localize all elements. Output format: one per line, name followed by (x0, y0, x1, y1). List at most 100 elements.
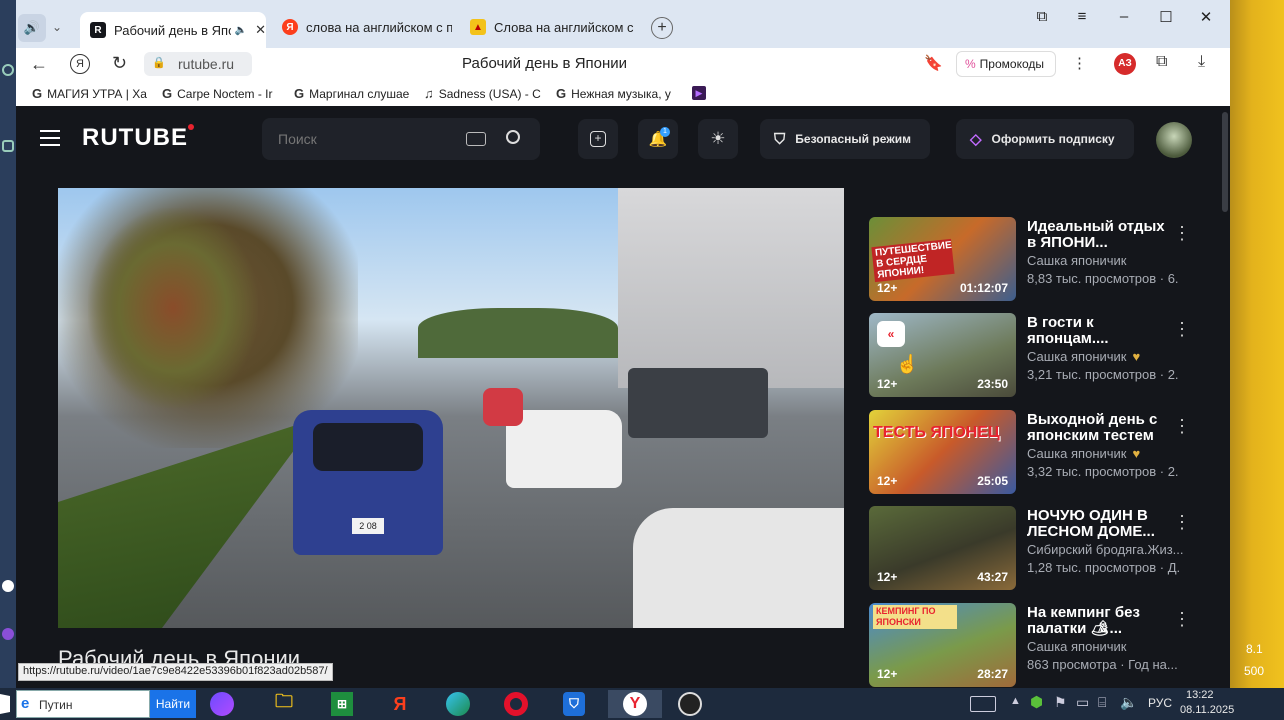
yandex-favicon: Я (282, 19, 298, 35)
tray-expand-icon[interactable]: ▲ (1010, 695, 1021, 707)
subscribe-button[interactable]: ◇ Оформить подписку (956, 119, 1134, 159)
media-bookmark-icon[interactable]: ▶ (692, 86, 706, 100)
upload-button[interactable]: + (578, 119, 618, 159)
keyboard-icon[interactable] (970, 696, 996, 712)
yandex-home-icon[interactable]: Я (70, 54, 90, 74)
obs-icon[interactable] (670, 690, 710, 718)
recommendation-card[interactable]: 12+ 43:27 НОЧУЮ ОДИН В ЛЕСНОМ ДОМЕ... Си… (869, 506, 1199, 590)
tray-app-icon[interactable]: ⬢ (1030, 693, 1043, 711)
rutube-logo[interactable]: RUTUBE (82, 124, 194, 152)
safe-mode-button[interactable]: ⛉ Безопасный режим (760, 119, 930, 159)
recommendation-card[interactable]: ТЕСТЬ ЯПОНЕЦ 12+ 25:05 Выходной день с я… (869, 410, 1199, 494)
taskbar-search[interactable]: e (16, 690, 150, 718)
more-options-icon[interactable]: ⋮ (1173, 609, 1191, 630)
opera-icon[interactable] (496, 690, 536, 718)
tab-dictionary[interactable]: ▲ Слова на английском с пе (460, 11, 636, 43)
thumbnail[interactable]: ТЕСТЬ ЯПОНЕЦ 12+ 25:05 (869, 410, 1016, 494)
notifications-button[interactable]: 🔔 1 (638, 119, 678, 159)
promo-button[interactable]: % Промокоды (956, 51, 1056, 77)
bookmark-item[interactable]: G Нежная музыка, у (556, 86, 676, 101)
thumbnail[interactable]: КЕМПИНГ ПО ЯПОНСКИ 12+ 28:27 (869, 603, 1016, 687)
sheets-icon[interactable]: ⊞ (322, 690, 362, 718)
search-input[interactable] (262, 118, 452, 160)
age-rating: 12+ (877, 667, 898, 681)
rec-channel[interactable]: Сашка японичик (1027, 253, 1126, 268)
license-plate: 2 08 (352, 518, 384, 534)
network-icon[interactable]: ⌸ (1098, 694, 1106, 711)
hamburger-icon[interactable] (40, 130, 60, 132)
windows-start-icon[interactable] (0, 694, 10, 714)
more-options-icon[interactable]: ⋮ (1173, 223, 1191, 244)
recommendation-card[interactable]: ПУТЕШЕСТВИЕ В СЕРДЦЕ ЯПОНИИ! 12+ 01:12:0… (869, 217, 1199, 301)
desktop-icon[interactable] (2, 580, 14, 592)
file-explorer-icon[interactable]: 🗀 (264, 690, 304, 718)
rec-channel[interactable]: Сибирский бродяга.Жиз... (1027, 542, 1184, 557)
bookmark-item[interactable]: G Carpe Noctem - Ir (162, 86, 280, 101)
reload-icon[interactable]: ↻ (112, 53, 127, 74)
tab-yandex-1[interactable]: Я слова на английском с пе (272, 11, 452, 43)
more-options-icon[interactable]: ⋮ (1173, 512, 1191, 533)
avatar[interactable] (1156, 122, 1192, 158)
theme-button[interactable]: ☀ (698, 119, 738, 159)
desktop-icon[interactable] (2, 628, 14, 640)
volume-icon[interactable]: 🔈 (1120, 694, 1137, 711)
url-chip[interactable]: 🔒 rutube.ru (144, 52, 252, 76)
extensions-icon[interactable]: ⧉ (1156, 53, 1167, 71)
clock-time[interactable]: 13:22 (1186, 689, 1214, 701)
rec-title[interactable]: Выходной день с японским тестем (1027, 412, 1167, 444)
chevron-down-icon[interactable]: ⌄ (52, 20, 62, 34)
taskbar: e Найти 🗀 ⊞ Я ⛉ Y ▲ ⬢ ⚑ ▭ ⌸ 🔈 РУС 13:22 … (0, 688, 1284, 720)
menu-icon[interactable]: ≡ (1072, 8, 1092, 25)
more-options-icon[interactable]: ⋮ (1173, 416, 1191, 437)
keyboard-icon[interactable] (466, 132, 486, 146)
tab-rutube[interactable]: R Рабочий день в Японии 🔈 ✕ (80, 12, 266, 48)
back-icon[interactable]: ← (30, 54, 48, 75)
desktop-icon[interactable] (2, 140, 14, 152)
rec-title[interactable]: В гости к японцам.... (1027, 315, 1167, 347)
bookmark-item[interactable]: ♫ Sadness (USA) - C (424, 86, 548, 101)
bookmark-item[interactable]: G Маргинал слушае (294, 86, 412, 101)
rec-title[interactable]: Идеальный отдых в ЯПОНИ... (1027, 219, 1167, 251)
audio-icon[interactable]: 🔈 (235, 25, 247, 36)
thumbnail[interactable]: « 12+ 23:50 (869, 313, 1016, 397)
recommendation-card[interactable]: « 12+ 23:50 В гости к японцам.... Сашка … (869, 313, 1199, 397)
speaker-icon[interactable]: 🔊 (18, 14, 46, 42)
rec-channel[interactable]: Сашка японичик (1027, 639, 1126, 654)
bookmark-icon[interactable]: 🔖 (924, 54, 943, 72)
language-indicator[interactable]: РУС (1148, 696, 1172, 710)
minimize-icon[interactable]: – (1114, 8, 1134, 25)
yandex-browser-icon[interactable]: Я (380, 690, 420, 718)
new-tab-icon[interactable]: + (651, 17, 673, 39)
vpn-shield-icon[interactable]: ⛉ (554, 690, 594, 718)
clock-date[interactable]: 08.11.2025 (1180, 704, 1234, 716)
rec-channel[interactable]: Сашка японичик ♥ (1027, 349, 1140, 364)
close-icon[interactable]: ✕ (255, 22, 266, 38)
taskbar-search-button[interactable]: Найти (150, 690, 196, 718)
video-player[interactable]: 2 08 (58, 188, 844, 628)
search-icon[interactable] (506, 130, 520, 144)
yandex-active-icon[interactable]: Y (608, 690, 662, 718)
taskbar-search-input[interactable] (39, 695, 139, 715)
more-icon[interactable]: ⋮ (1072, 54, 1087, 72)
more-options-icon[interactable]: ⋮ (1173, 319, 1191, 340)
thumbnail[interactable]: 12+ 43:27 (869, 506, 1016, 590)
alice-icon[interactable] (202, 690, 242, 718)
bookmark-panel-icon[interactable]: ⧉ (1032, 8, 1052, 25)
maximize-icon[interactable]: ☐ (1156, 8, 1176, 26)
page-title[interactable]: Рабочий день в Японии (462, 55, 627, 72)
flag-icon[interactable]: ⚑ (1054, 694, 1067, 711)
rec-channel[interactable]: Сашка японичик ♥ (1027, 446, 1140, 461)
desktop-icon[interactable] (2, 64, 14, 76)
recommendation-card[interactable]: КЕМПИНГ ПО ЯПОНСКИ 12+ 28:27 На кемпинг … (869, 603, 1199, 687)
scrollbar[interactable] (1222, 112, 1228, 212)
display-icon[interactable]: ▭ (1076, 694, 1089, 711)
bookmark-item[interactable]: G МАГИЯ УТРА | Ха (32, 86, 154, 101)
rec-title[interactable]: На кемпинг без палатки 🏕... (1027, 605, 1167, 637)
window-close-icon[interactable]: ✕ (1196, 8, 1216, 26)
edge-icon[interactable] (438, 690, 478, 718)
profile-badge[interactable]: АЗ (1114, 53, 1136, 75)
tab-label: слова на английском с пе (306, 19, 452, 35)
rec-title[interactable]: НОЧУЮ ОДИН В ЛЕСНОМ ДОМЕ... (1027, 508, 1167, 540)
thumbnail[interactable]: ПУТЕШЕСТВИЕ В СЕРДЦЕ ЯПОНИИ! 12+ 01:12:0… (869, 217, 1016, 301)
download-icon[interactable]: ⤓ (1198, 53, 1205, 71)
